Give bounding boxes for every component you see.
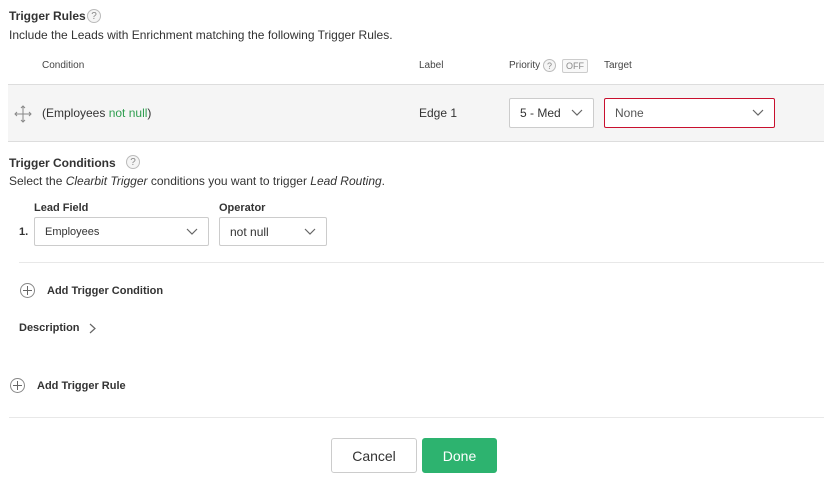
add-trigger-condition-button[interactable]: Add Trigger Condition <box>47 285 163 297</box>
chevron-down-icon <box>571 109 583 116</box>
operator-select-value: not null <box>230 224 269 239</box>
lead-field-select-value: Employees <box>45 225 100 238</box>
column-header-label: Label <box>419 60 444 71</box>
operator-select[interactable]: not null <box>219 217 327 246</box>
column-header-priority: Priority <box>509 60 541 71</box>
target-select-value: None <box>615 106 644 120</box>
conditions-divider <box>19 262 824 263</box>
desc-part-2: conditions you want to trigger <box>147 174 311 188</box>
trigger-conditions-description: Select the Clearbit Trigger conditions y… <box>9 174 385 188</box>
chevron-down-icon <box>304 228 316 235</box>
chevron-down-icon <box>752 109 764 116</box>
column-header-condition: Condition <box>42 60 85 71</box>
desc-em-1: Clearbit Trigger <box>65 174 148 188</box>
column-header-target: Target <box>604 60 632 71</box>
footer-divider <box>9 417 824 418</box>
cancel-button[interactable]: Cancel <box>331 438 417 473</box>
drag-handle-icon[interactable] <box>13 104 33 124</box>
condition-row-number: 1. <box>19 226 29 238</box>
priority-help-icon[interactable]: ? <box>543 59 556 72</box>
description-toggle[interactable]: Description <box>19 322 80 334</box>
operator-label: Operator <box>219 202 266 214</box>
add-trigger-rule-button[interactable]: Add Trigger Rule <box>37 380 126 392</box>
trigger-rules-description: Include the Leads with Enrichment matchi… <box>9 28 393 42</box>
condition-prefix: (Employees <box>42 106 109 120</box>
add-rule-plus-icon[interactable] <box>10 378 25 393</box>
trigger-conditions-help-icon[interactable]: ? <box>126 155 140 169</box>
condition-operator: not null <box>108 106 148 120</box>
chevron-down-icon <box>186 228 198 235</box>
desc-part-3: . <box>381 174 386 188</box>
priority-select[interactable]: 5 - Med <box>509 98 594 128</box>
lead-field-select[interactable]: Employees <box>34 217 209 246</box>
priority-off-toggle[interactable]: OFF <box>562 59 588 73</box>
trigger-rules-title: Trigger Rules <box>9 9 86 23</box>
desc-em-2: Lead Routing <box>310 174 382 188</box>
done-button[interactable]: Done <box>422 438 497 473</box>
lead-field-label: Lead Field <box>34 202 89 214</box>
add-condition-plus-icon[interactable] <box>20 283 35 298</box>
rule-label: Edge 1 <box>419 106 458 120</box>
trigger-rules-help-icon[interactable]: ? <box>87 9 101 23</box>
trigger-conditions-title: Trigger Conditions <box>9 156 116 170</box>
desc-part-1: Select the <box>9 174 66 188</box>
priority-select-value: 5 - Med <box>520 106 561 120</box>
condition-suffix: ) <box>147 106 152 120</box>
chevron-right-icon[interactable] <box>89 323 96 334</box>
rule-condition-text[interactable]: (Employees not null) <box>42 106 151 120</box>
target-select[interactable]: None <box>604 98 775 128</box>
